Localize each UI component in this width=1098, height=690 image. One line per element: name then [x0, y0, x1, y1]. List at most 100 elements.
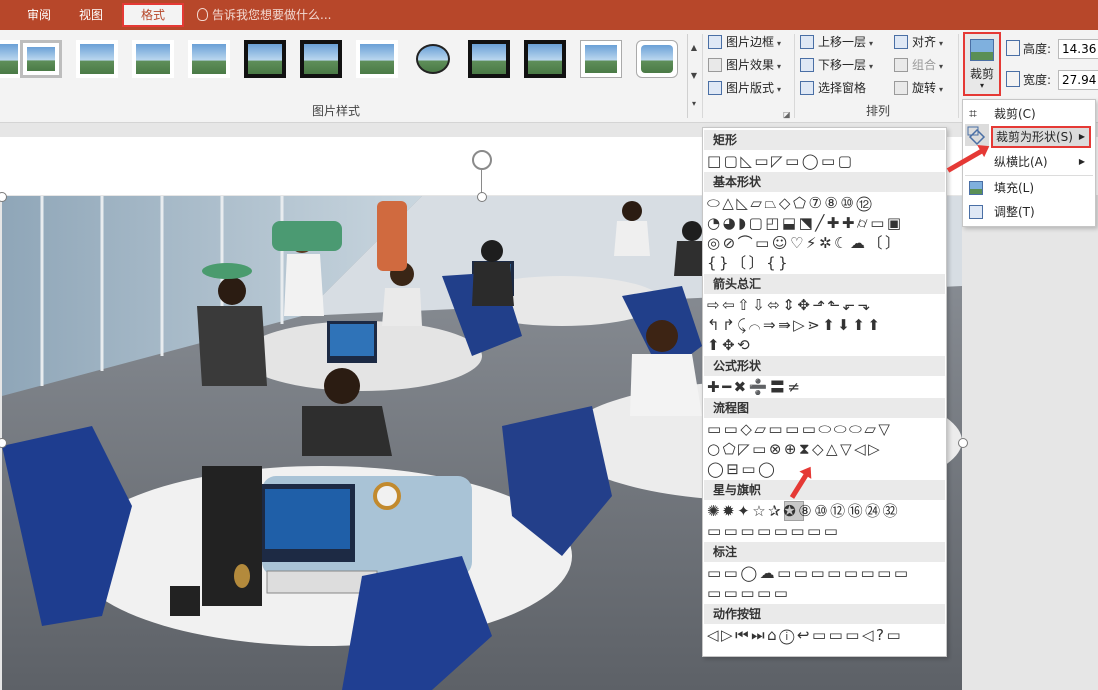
picture-style-12[interactable] — [636, 40, 678, 78]
chevron-right-icon: ▶ — [1078, 157, 1085, 166]
arrange-group-label: 排列 — [866, 104, 891, 118]
picture-effects-button[interactable]: 图片效果 ▾ — [708, 55, 781, 75]
picture-layout-label: 图片版式 — [726, 81, 775, 95]
gallery-scrollbar[interactable]: ▲ ▼ ▾ — [687, 34, 700, 118]
tell-me-box[interactable]: 告诉我您想要做什么... — [197, 5, 331, 25]
chevron-down-icon: ▾ — [777, 85, 782, 94]
width-row: 宽度: — [1006, 69, 1098, 91]
shape-row[interactable]: ↰↱⤹⌒⇒⇛▷⋗⬆⬇⬆⬆ — [707, 315, 883, 335]
picture-style-4[interactable] — [188, 40, 230, 78]
section-flowchart: 流程图 — [704, 398, 945, 418]
menu-divider — [965, 175, 1093, 176]
menu-item-fit-label: 调整(T) — [994, 205, 1035, 219]
rotate-label: 旋转 — [912, 81, 937, 95]
shape-row[interactable]: □▢◺▭◸▭◯▭▢ — [707, 151, 854, 171]
height-input[interactable] — [1058, 39, 1098, 59]
section-callouts: 标注 — [704, 542, 945, 562]
picture-style-0[interactable] — [0, 40, 22, 78]
picture-style-1[interactable] — [20, 40, 62, 78]
picture-effects-label: 图片效果 — [726, 58, 775, 72]
picture-border-label: 图片边框 — [726, 35, 775, 49]
picture-style-2[interactable] — [76, 40, 118, 78]
shape-row[interactable]: ◁▷⏮⏭⌂ⓘ↩▭▭▭◁?▭ — [707, 625, 903, 645]
menu-item-crop-to-shape[interactable]: 裁剪为形状(S) ▶ — [991, 126, 1091, 148]
crop-icon — [970, 39, 994, 61]
chevron-down-icon: ▾ — [939, 62, 944, 71]
menu-item-fill[interactable]: 填充(L) — [963, 177, 1093, 199]
tab-format[interactable]: 格式 — [122, 3, 184, 27]
width-icon — [1006, 71, 1020, 87]
shape-row[interactable]: {}〔〕{} — [707, 253, 790, 273]
shape-row[interactable]: ◯⊟▭◯ — [707, 459, 777, 479]
chevron-down-icon: ▾ — [777, 62, 782, 71]
group-icon — [894, 58, 908, 72]
group-button[interactable]: 组合 ▾ — [894, 55, 943, 75]
picture-style-11[interactable] — [580, 40, 622, 78]
shape-row[interactable]: ⬆✥⟲ — [707, 335, 752, 355]
crop-button[interactable]: 裁剪 ▾ — [963, 32, 1001, 96]
picture-style-6[interactable] — [300, 40, 342, 78]
shape-row[interactable]: ▭▭▭▭▭ — [707, 583, 790, 603]
divider — [958, 34, 959, 118]
scroll-up-icon[interactable]: ▲ — [688, 34, 700, 62]
divider — [794, 34, 795, 118]
send-backward-label: 下移一层 — [818, 58, 867, 72]
shape-row[interactable]: ⇨⇦⇧⇩⬄⇕✥⬏⬑⬐⬎ — [707, 295, 873, 315]
align-button[interactable]: 对齐 ▾ — [894, 32, 943, 52]
fit-icon — [969, 205, 983, 219]
height-row: 高度: — [1006, 38, 1098, 60]
menu-item-aspect-ratio-label: 纵横比(A) — [994, 155, 1048, 169]
resize-handle[interactable] — [958, 438, 968, 448]
shape-row[interactable]: ▭▭▭▭▭▭▭▭ — [707, 521, 840, 541]
shape-row[interactable]: ▭▭◇▱▭▭▭⬭⬭⬭▱▽ — [707, 419, 892, 439]
gallery-more-icon[interactable]: ▾ — [688, 90, 700, 118]
align-icon — [894, 35, 908, 49]
selection-pane-button[interactable]: 选择窗格 — [800, 78, 866, 98]
resize-handle[interactable] — [477, 192, 487, 202]
picture-style-5[interactable] — [244, 40, 286, 78]
ribbon-tab-bar: 审阅 视图 格式 告诉我您想要做什么... — [0, 0, 1098, 30]
chevron-down-icon: ▾ — [939, 39, 944, 48]
shape-row[interactable]: ◔◕◗▢◰⬓⬔╱✚✚⌭▭▣ — [707, 213, 904, 233]
shape-row[interactable]: ⬭△◺▱⏢◇⬠⑦⑧⑩⑫ — [707, 193, 874, 213]
menu-item-crop[interactable]: ⌗ 裁剪(C) — [963, 103, 1093, 125]
selection-pane-label: 选择窗格 — [818, 81, 867, 95]
shape-row[interactable]: ○⬠◸▭⊗⊕⧗◇△▽◁▷ — [707, 439, 882, 459]
picture-style-8[interactable] — [412, 40, 454, 78]
shape-row[interactable]: ◎⊘⌒▭☺♡⚡✲☾☁〔〕 — [707, 233, 902, 253]
scroll-down-icon[interactable]: ▼ — [688, 62, 700, 90]
chevron-down-icon: ▾ — [939, 85, 944, 94]
shape-row[interactable]: ✚━✖➗〓≠ — [707, 377, 802, 397]
rotate-button[interactable]: 旋转 ▾ — [894, 78, 943, 98]
bring-forward-button[interactable]: 上移一层 ▾ — [800, 32, 873, 52]
width-input[interactable] — [1058, 70, 1098, 90]
crop-label: 裁剪 — [969, 67, 994, 81]
picture-border-button[interactable]: 图片边框 ▾ — [708, 32, 781, 52]
height-icon — [1006, 40, 1020, 56]
tab-view[interactable]: 视图 — [70, 5, 112, 25]
send-backward-icon — [800, 58, 814, 72]
picture-style-10[interactable] — [524, 40, 566, 78]
divider — [702, 34, 703, 118]
section-rectangles: 矩形 — [704, 130, 945, 150]
dialog-launcher-icon[interactable]: ◪ — [783, 110, 791, 119]
shape-row[interactable]: ✺✹✦☆✰✪⑧⑩⑫⑯㉔㉜ — [707, 501, 900, 521]
picture-style-3[interactable] — [132, 40, 174, 78]
send-backward-button[interactable]: 下移一层 ▾ — [800, 55, 873, 75]
shape-gallery: 矩形 □▢◺▭◸▭◯▭▢ 基本形状 ⬭△◺▱⏢◇⬠⑦⑧⑩⑫ ◔◕◗▢◰⬓⬔╱✚✚… — [702, 127, 947, 657]
shape-row[interactable]: ▭▭◯☁▭▭▭▭▭▭▭▭ — [707, 563, 911, 583]
picture-style-7[interactable] — [356, 40, 398, 78]
picture-layout-button[interactable]: 图片版式 ▾ — [708, 78, 781, 98]
section-equation-shapes: 公式形状 — [704, 356, 945, 376]
selection-pane-icon — [800, 81, 814, 95]
rotate-handle-icon[interactable] — [472, 150, 492, 170]
menu-item-fit[interactable]: 调整(T) — [963, 201, 1093, 223]
align-label: 对齐 — [912, 35, 937, 49]
lightbulb-icon — [197, 8, 208, 21]
tell-me-text: 告诉我您想要做什么... — [212, 8, 332, 22]
picture-style-9[interactable] — [468, 40, 510, 78]
layout-icon — [708, 81, 722, 95]
tab-review[interactable]: 审阅 — [18, 5, 60, 25]
group-label: 组合 — [912, 58, 937, 72]
fill-icon — [969, 181, 983, 195]
